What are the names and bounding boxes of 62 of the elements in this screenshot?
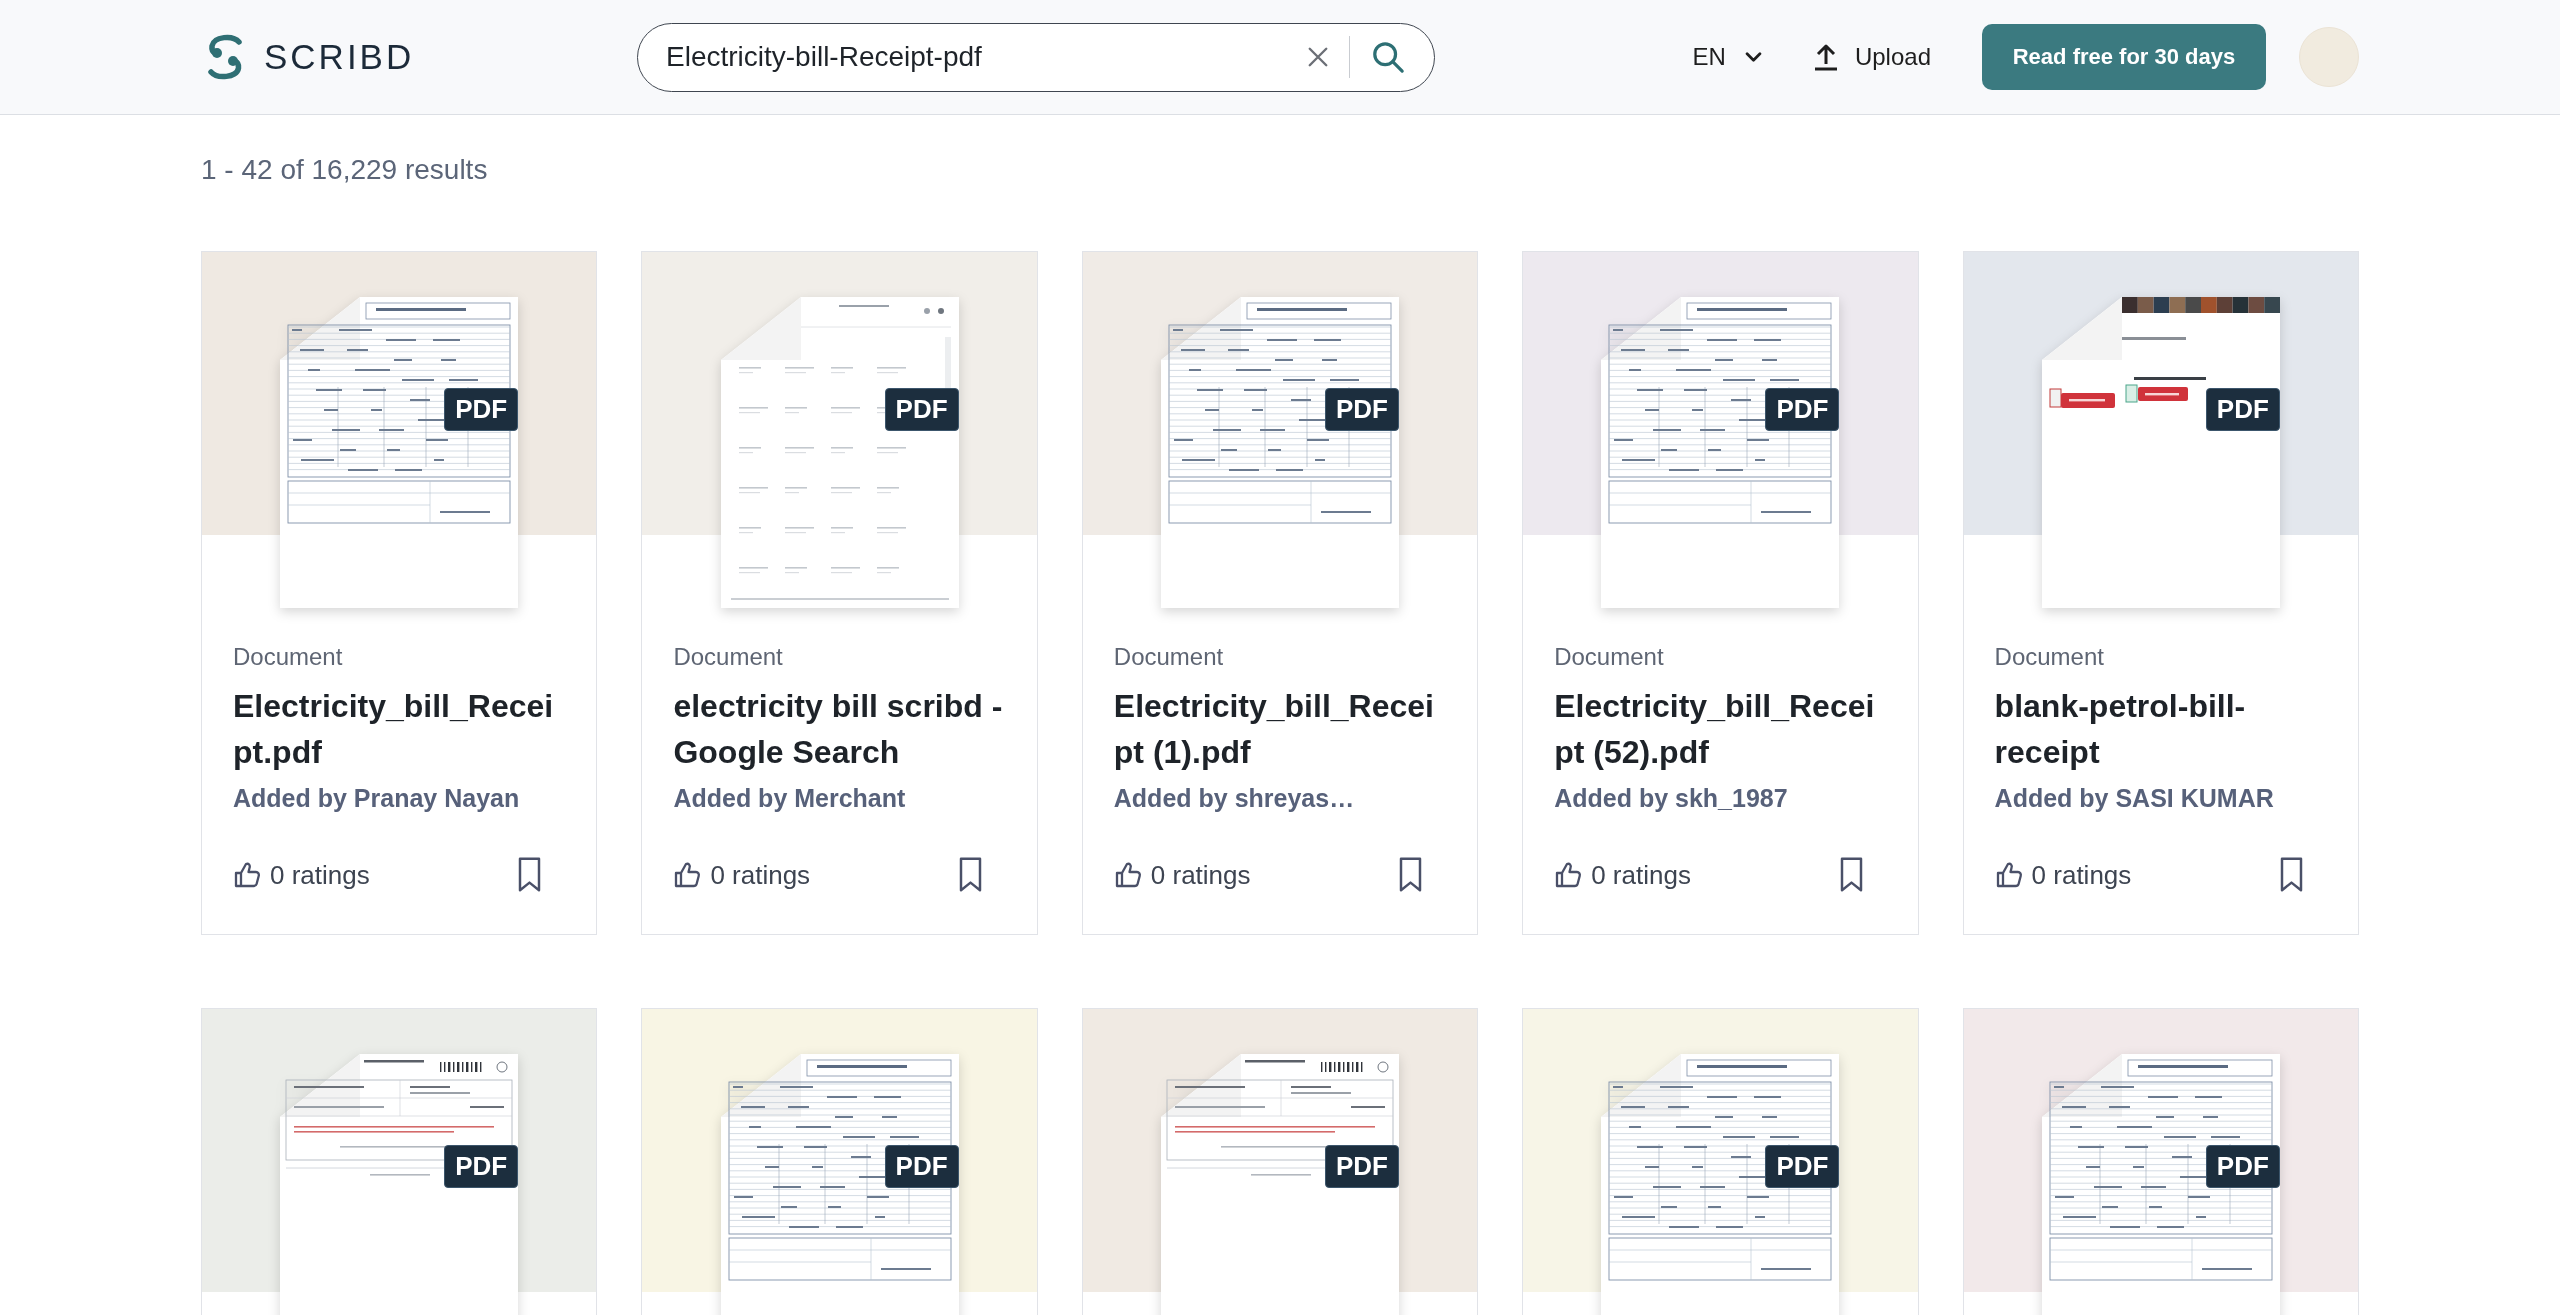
- author-name: Added by Pranay Nayan: [233, 783, 521, 814]
- read-free-button[interactable]: Read free for 30 days: [1982, 24, 2266, 90]
- document-card[interactable]: PDF Document Electricity_bill_Receipt (52).pdf Added by skh_1987 0 ratings: [1522, 251, 1919, 935]
- author-name: Added by shreyas…: [1113, 783, 1356, 814]
- document-title[interactable]: Electricity_bill_Receipt (1).pdf: [1113, 683, 1447, 775]
- ratings-count: 0 ratings: [1150, 859, 1251, 891]
- document-title[interactable]: Electricity_bill_Receipt (52).pdf: [1554, 683, 1887, 775]
- document-title[interactable]: Electricity_bill_Receipt.pdf: [233, 683, 566, 775]
- bookmark-icon[interactable]: [1398, 856, 1424, 894]
- format-badge: PDF: [444, 1145, 519, 1188]
- format-badge: PDF: [1765, 388, 1840, 431]
- thumbs-up-icon: [1554, 861, 1583, 889]
- logo-wordmark[interactable]: SCRIBD: [264, 37, 415, 77]
- close-icon: [1306, 46, 1329, 68]
- author-name: Added by skh_1987: [1554, 783, 1789, 814]
- bookmark-icon[interactable]: [1838, 856, 1864, 894]
- document-card[interactable]: PDF Document Electricity_bill_Receipt (1).pdf Added by shreyas… 0 ratings: [1081, 251, 1479, 935]
- ratings-count: 0 ratings: [2031, 859, 2132, 891]
- document-title[interactable]: blank-petrol-bill-receipt: [1994, 683, 2327, 775]
- format-badge: PDF: [444, 388, 519, 431]
- document-type-label: Document: [1994, 642, 2105, 672]
- format-badge: PDF: [884, 388, 959, 431]
- document-type-label: Document: [233, 642, 344, 672]
- document-card[interactable]: PDF: [1962, 1008, 2359, 1315]
- search-button[interactable]: [1370, 39, 1406, 75]
- author-name: Added by SASI KUMAR: [1994, 783, 2275, 814]
- ratings-count: 0 ratings: [270, 859, 370, 891]
- logo-icon[interactable]: [205, 33, 245, 81]
- format-badge: PDF: [1325, 1145, 1399, 1188]
- thumbs-up-icon: [233, 861, 261, 889]
- document-card[interactable]: PDF: [1081, 1008, 1479, 1315]
- document-type-label: Document: [1113, 642, 1225, 672]
- document-card[interactable]: PDF: [641, 1008, 1038, 1315]
- chevron-down-icon: [1744, 51, 1762, 63]
- format-badge: PDF: [1325, 388, 1399, 431]
- document-type-label: Document: [673, 642, 784, 672]
- document-title[interactable]: electricity bill scribd - Google Search: [673, 683, 1006, 775]
- bookmark-icon[interactable]: [2279, 856, 2304, 894]
- format-badge: PDF: [1765, 1145, 1840, 1188]
- search-bar[interactable]: Electricity-bill-Receipt-pdf: [637, 22, 1435, 92]
- results-count: 1 - 42 of 16,229 results: [201, 153, 489, 187]
- bookmark-icon[interactable]: [517, 856, 543, 894]
- language-selector[interactable]: EN: [1692, 37, 1762, 77]
- format-badge: PDF: [2205, 388, 2280, 431]
- document-card[interactable]: PDF Document blank-petrol-bill-receipt Added by SASI KUMAR 0 ratings: [1962, 251, 2359, 935]
- thumbs-up-icon: [1113, 861, 1142, 889]
- thumbs-up-icon: [673, 861, 702, 889]
- search-icon: [1371, 40, 1405, 74]
- ratings-count: 0 ratings: [710, 859, 811, 891]
- ratings-count: 0 ratings: [1591, 859, 1691, 891]
- format-badge: PDF: [884, 1145, 959, 1188]
- upload-button[interactable]: Upload: [1811, 37, 1931, 77]
- document-card[interactable]: PDF Document electricity bill scribd - Google Search Added by Merchant 0 ratings: [641, 251, 1038, 935]
- document-card[interactable]: PDF: [1522, 1008, 1919, 1315]
- format-badge: PDF: [2205, 1145, 2280, 1188]
- document-card[interactable]: PDF Document Electricity_bill_Receipt.pdf Added by Pranay Nayan 0 ratings: [201, 251, 598, 935]
- document-card[interactable]: PDF: [201, 1008, 598, 1315]
- document-type-label: Document: [1554, 642, 1665, 672]
- search-field[interactable]: Electricity-bill-Receipt-pdf: [666, 41, 1303, 73]
- bookmark-icon[interactable]: [957, 856, 983, 894]
- author-name: Added by Merchant: [673, 783, 907, 814]
- thumbs-up-icon: [1994, 861, 2023, 889]
